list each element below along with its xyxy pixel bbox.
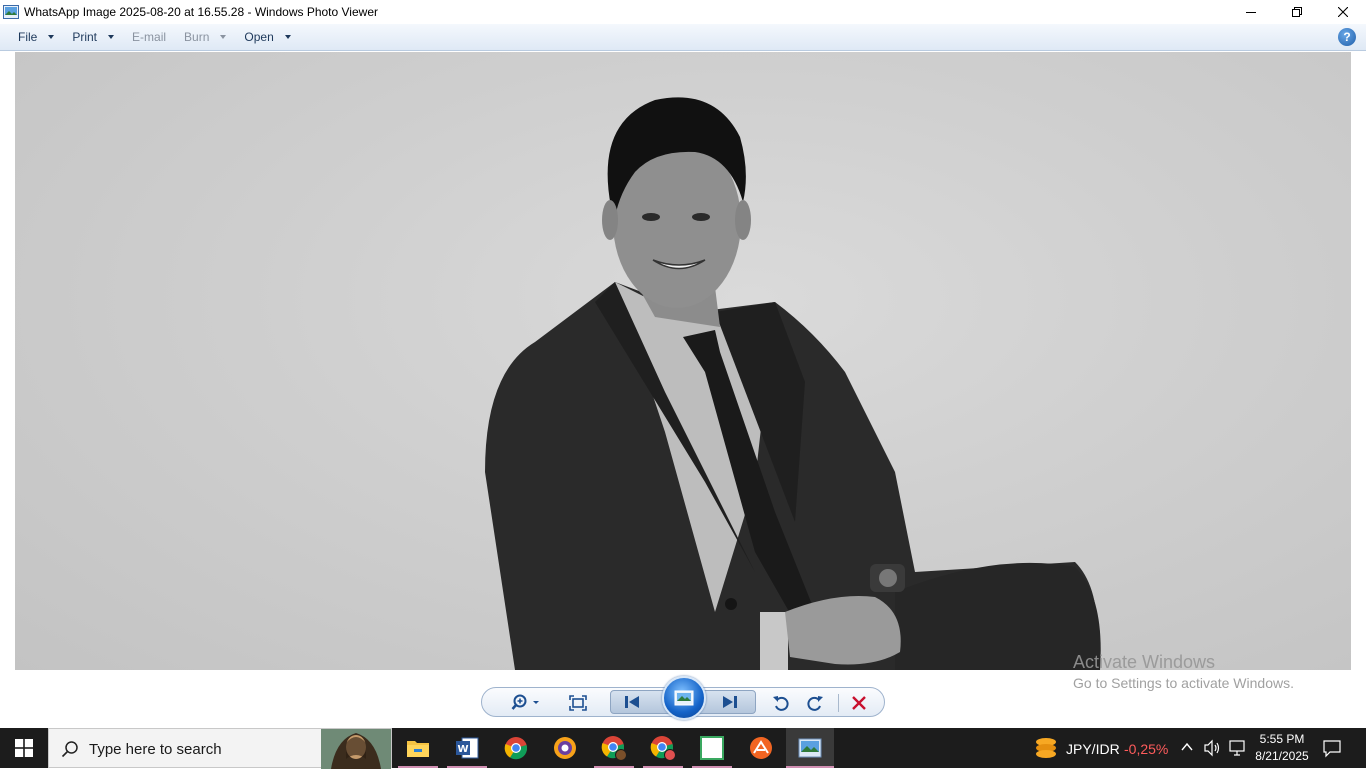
taskbar-blank-app[interactable] [688,728,736,768]
start-button[interactable] [0,728,48,768]
taskbar-browser[interactable] [541,728,589,768]
photo-viewer-app-icon [3,5,19,19]
menu-open-label: Open [244,30,274,44]
taskbar-chrome-profile[interactable] [590,728,638,768]
actual-size-icon [569,695,587,711]
rotate-left-button[interactable] [768,692,794,714]
chevron-up-icon [1181,742,1193,751]
rotate-right-icon [807,696,823,711]
windows-logo-icon [15,739,33,757]
ticker-name: JPY/IDR [1066,741,1120,757]
delete-button[interactable] [846,692,872,714]
previous-icon [625,696,639,708]
photo-portrait-man-in-suit [485,97,1101,670]
close-icon [1338,7,1348,17]
restore-button[interactable] [1274,0,1320,24]
clock-date: 8/21/2025 [1255,749,1309,763]
help-button[interactable]: ? [1338,28,1356,46]
chrome-profile-2-icon [650,736,676,761]
menu-file-label: File [18,30,38,44]
watermark-subtitle: Go to Settings to activate Windows. [1073,675,1294,691]
close-button[interactable] [1320,0,1366,24]
window-title: WhatsApp Image 2025-08-20 at 16.55.28 - … [24,5,378,19]
taskbar: Type here to search W JPY/IDR -0,25% 5:5… [0,728,1366,769]
restore-icon [1292,7,1302,17]
chevron-down-icon [108,35,115,39]
slideshow-button[interactable] [662,676,706,720]
actual-size-button[interactable] [565,692,591,714]
chevron-down-icon [220,35,227,39]
previous-button[interactable] [619,691,645,713]
taskbar-chrome[interactable] [492,728,540,768]
rotate-right-button[interactable] [802,692,828,714]
clock-time: 5:55 PM [1259,732,1305,746]
menu-email-label: E-mail [132,30,167,44]
zoom-icon [511,694,539,710]
next-icon [723,696,737,708]
action-center-button[interactable] [1322,738,1342,763]
taskbar-search[interactable]: Type here to search [48,728,392,769]
zoom-button[interactable] [508,692,544,714]
image-viewer[interactable] [0,52,1366,672]
photo-viewer-icon [798,738,822,758]
viewer-control-bar [481,676,885,720]
menu-burn-label: Burn [184,30,210,44]
search-placeholder: Type here to search [89,741,222,758]
svg-text:W: W [457,744,468,755]
menu-burn[interactable]: Burn [176,24,236,51]
next-button[interactable] [717,691,743,713]
browser-icon [554,737,576,759]
displayed-photo [15,52,1351,670]
file-explorer-icon [407,741,429,757]
minimize-icon [1246,12,1256,13]
menu-email[interactable]: E-mail [124,24,176,51]
taskbar-word[interactable]: W [443,728,491,768]
watermark-title: Activate Windows [1073,652,1216,672]
chrome-profile-icon [601,736,627,761]
app-orange-icon [750,737,772,759]
volume-button[interactable] [1203,739,1221,762]
menu-open[interactable]: Open [236,24,300,51]
taskbar-photo-viewer[interactable] [786,728,834,768]
search-highlight-art [321,729,391,769]
control-separator [838,694,839,712]
rotate-left-icon [773,696,789,711]
currency-ticker-icon [1036,738,1056,758]
delete-icon [852,696,866,710]
network-icon [1229,740,1245,756]
volume-icon [1204,739,1220,757]
chevron-down-icon [48,35,55,39]
taskbar-clock[interactable]: 5:55 PM 8/21/2025 [1250,731,1314,765]
chevron-down-icon [284,35,291,39]
menu-bar: File Print E-mail Burn Open ? [0,24,1366,51]
help-icon: ? [1343,30,1351,44]
minimize-button[interactable] [1228,0,1274,24]
taskbar-chrome-profile-2[interactable] [639,728,687,768]
ticker-value: -0,25% [1124,741,1169,757]
activate-windows-watermark: Activate Windows Go to Settings to activ… [1073,652,1294,691]
slideshow-icon [674,690,694,706]
title-bar: WhatsApp Image 2025-08-20 at 16.55.28 - … [0,0,1366,24]
taskbar-orange-app[interactable] [737,728,785,768]
menu-print[interactable]: Print [64,24,124,51]
chrome-icon [504,737,528,760]
show-hidden-icons-button[interactable] [1180,740,1194,759]
taskbar-file-explorer[interactable] [394,728,442,768]
search-icon [61,741,78,758]
blank-app-icon [700,736,724,760]
mona-lisa-icon [321,729,391,769]
word-icon: W [456,737,479,759]
network-button[interactable] [1228,739,1246,762]
menu-print-label: Print [72,30,98,44]
notification-icon [1323,740,1341,758]
menu-file[interactable]: File [10,24,64,51]
